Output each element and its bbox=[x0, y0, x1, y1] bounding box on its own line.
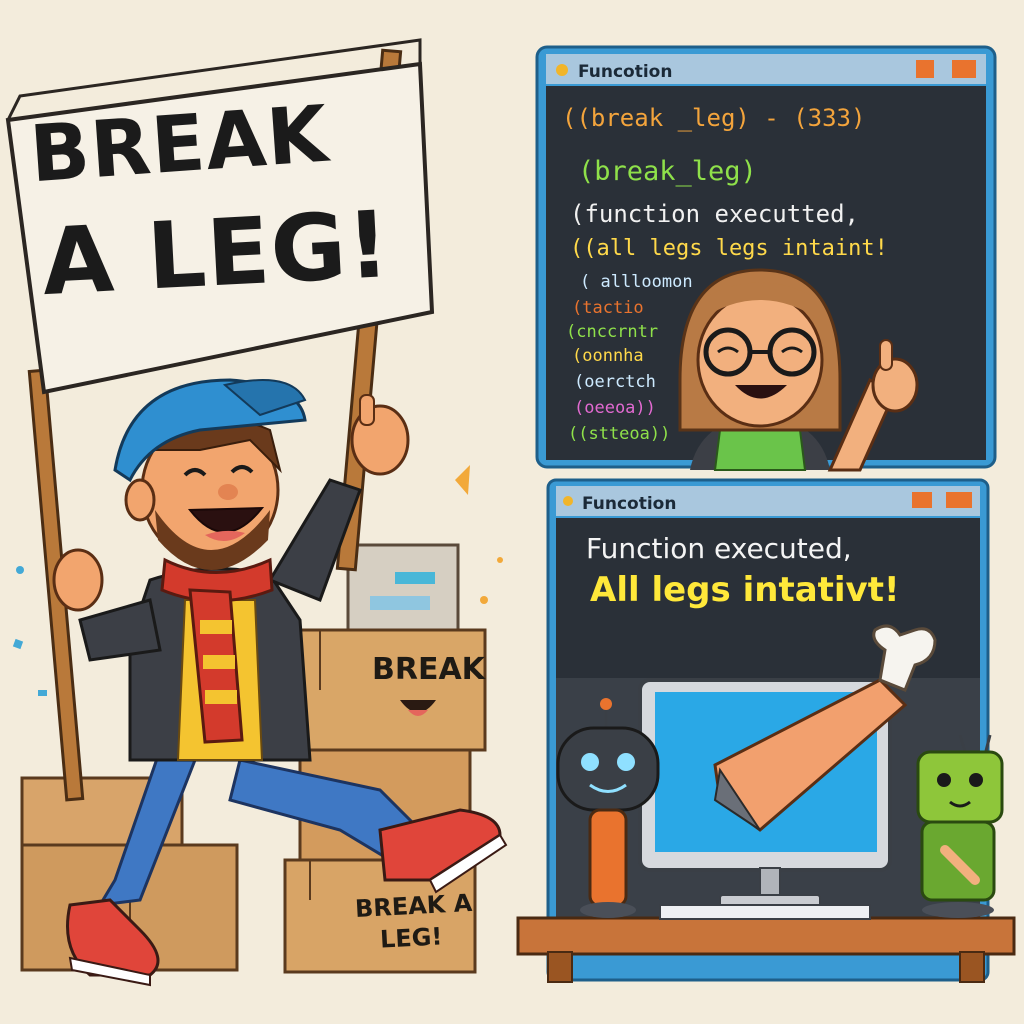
code-line: ( allloomon bbox=[580, 272, 693, 292]
code-line: ((stteoa)) bbox=[568, 424, 671, 444]
top-window-title: Funcotion bbox=[578, 62, 673, 82]
code-line: (oerctch bbox=[574, 372, 656, 392]
box-label-break: BREAK bbox=[372, 652, 485, 687]
bottom-window-title: Funcotion bbox=[582, 494, 677, 514]
code-line: (oeeoa)) bbox=[574, 398, 656, 418]
function-executed-message: Function executed, bbox=[586, 532, 852, 565]
all-legs-message: All legs intativt! bbox=[590, 570, 900, 610]
code-line: ((all legs legs intaint! bbox=[570, 236, 888, 261]
box-label-line2: LEG! bbox=[379, 922, 444, 954]
code-line: (cnccrntr bbox=[566, 322, 659, 342]
code-line: (tactio bbox=[572, 298, 644, 318]
code-line: (function executted, bbox=[570, 200, 859, 228]
code-line: (break_leg) bbox=[578, 156, 757, 187]
code-line: ((break _leg) - (333) bbox=[562, 104, 866, 132]
robot-right bbox=[916, 734, 1004, 918]
code-line: (oonnha bbox=[572, 346, 644, 366]
sign-text-line2: A LEG! bbox=[39, 190, 393, 317]
